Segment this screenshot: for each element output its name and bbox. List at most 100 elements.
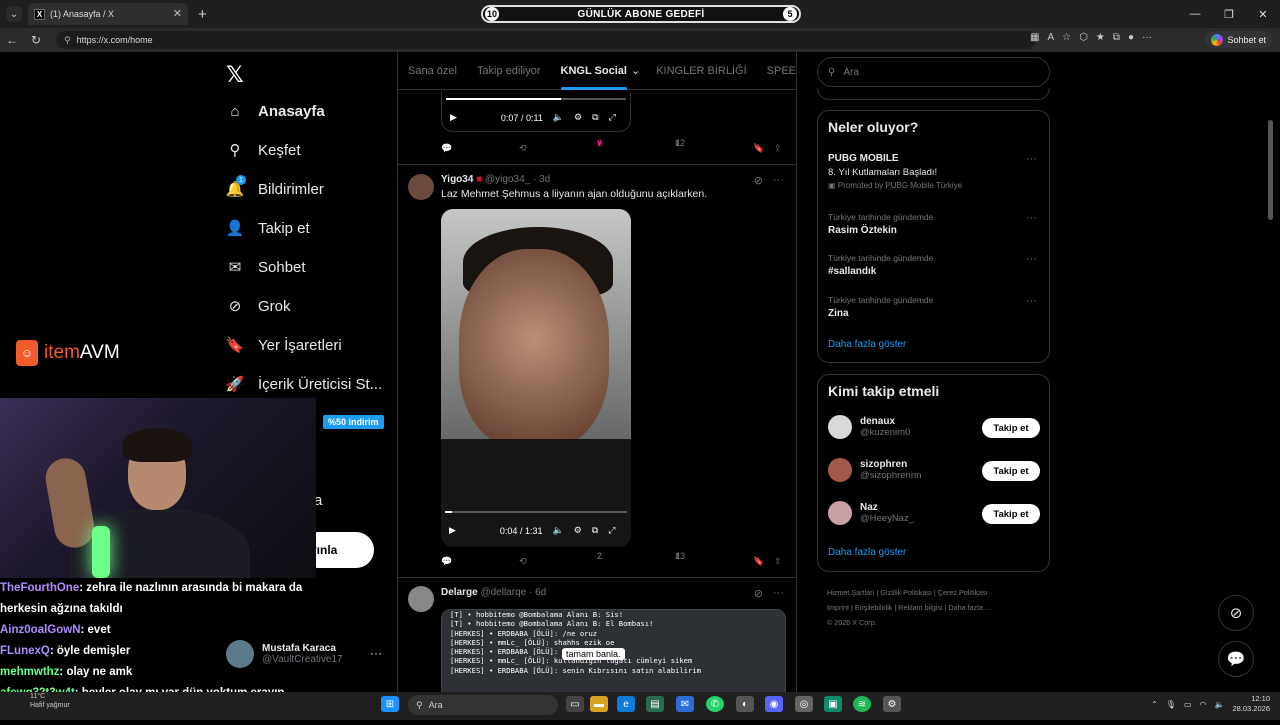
wifi-icon[interactable]: ◠ (1200, 700, 1207, 709)
task-view-icon[interactable]: ▭ (566, 696, 584, 712)
tab-0[interactable]: Sana özel (398, 52, 467, 90)
tab-2[interactable]: KNGL Social (551, 52, 637, 90)
more-icon[interactable]: ··· (1142, 32, 1152, 43)
follow-button[interactable]: Takip et (982, 461, 1040, 481)
show-more-trends-link[interactable]: Daha fazla göster (828, 339, 906, 350)
post3-media[interactable]: tamam banla. [T] • hobbitemo @Bombalama … (441, 609, 786, 692)
file-explorer-icon[interactable]: ▬ (590, 696, 608, 712)
follow-suggestion[interactable]: sizophren @sizophrennn Takip et (828, 458, 1040, 482)
follow-button[interactable]: Takip et (982, 504, 1040, 524)
show-more-suggestions-link[interactable]: Daha fazla göster (828, 547, 906, 558)
site-info-icon[interactable]: ⚲ (64, 35, 71, 46)
trend-more-icon[interactable]: ··· (1026, 212, 1037, 224)
account-more-icon[interactable]: ··· (370, 646, 382, 660)
apps-icon[interactable]: ▦ (1030, 32, 1039, 43)
app-icon[interactable]: ◎ (795, 696, 813, 712)
bookmark-icon[interactable]: 🔖 (753, 143, 764, 154)
trend-item[interactable]: Türkiye tarihinde gündemde Rasim Öztekin (828, 212, 933, 236)
reply-icon[interactable]: 💬 (441, 143, 452, 154)
collections-icon[interactable]: ⧉ (1113, 32, 1120, 43)
post-age[interactable]: 3d (539, 174, 550, 185)
browser-tab[interactable]: X (1) Anasayfa / X ✕ (28, 3, 188, 25)
restore-icon[interactable]: ❐ (1212, 0, 1246, 28)
volume-icon[interactable]: 🔈 (552, 525, 563, 536)
tab-actions-button[interactable]: ⌄ (6, 6, 22, 22)
follow-suggestion[interactable]: denaux @kuzenim0 Takip et (828, 415, 1040, 439)
spotify-icon[interactable]: ≋ (853, 696, 871, 712)
url-field[interactable]: ⚲ https://x.com/home (56, 31, 1036, 49)
post-age[interactable]: 6d (535, 587, 546, 598)
video-progress[interactable] (445, 511, 627, 513)
trend-item[interactable]: Türkiye tarihinde gündemde Zina (828, 295, 933, 319)
sidebar-item-add-user[interactable]: 👤 Takip et (226, 219, 310, 238)
profile-icon[interactable]: ● (1128, 32, 1134, 43)
app-icon[interactable]: ◐ (736, 696, 754, 712)
author-name[interactable]: Yigo34 (441, 174, 473, 185)
new-tab-button[interactable]: + (198, 6, 207, 23)
search-input[interactable]: ⚲ Ara (817, 57, 1050, 87)
footer-link[interactable]: Daha fazla ... (948, 603, 990, 612)
favorite-star-icon[interactable]: ☆ (1062, 32, 1071, 43)
x-logo-icon[interactable]: 𝕏 (226, 62, 244, 88)
sidebar-item-rocket[interactable]: 🚀 İçerik Üreticisi St... (226, 375, 383, 394)
post-more-icon[interactable]: ··· (773, 174, 784, 187)
sidebar-item-mail[interactable]: ✉ Sohbet (226, 258, 306, 277)
read-aloud-icon[interactable]: A (1047, 32, 1054, 43)
footer-link[interactable]: Gizlilik Politikası (880, 588, 932, 597)
store-icon[interactable]: ▤ (646, 696, 664, 712)
footer-link[interactable]: Çerez Politikası (938, 588, 988, 597)
sidebar-item-home[interactable]: ⌂ Anasayfa (226, 102, 324, 120)
pip-icon[interactable]: ⧉ (592, 525, 598, 536)
favorites-icon[interactable]: ★ (1096, 32, 1105, 43)
share-icon[interactable]: ⇪ (774, 143, 782, 154)
mail-icon[interactable]: ✉ (676, 696, 694, 712)
tab-1[interactable]: Takip ediliyor (467, 52, 551, 90)
reply-icon[interactable]: 💬 (441, 556, 452, 567)
fullscreen-icon[interactable]: ⤢ (608, 525, 615, 536)
sidebar-item-bookmark[interactable]: 🔖 Yer İşaretleri (226, 336, 342, 355)
messages-fab-icon[interactable]: 💬 (1218, 641, 1254, 677)
bookmark-icon[interactable]: 🔖 (753, 556, 764, 567)
discord-icon[interactable]: ◉ (765, 696, 783, 712)
grok-fab-icon[interactable]: ⊘ (1218, 595, 1254, 631)
avatar[interactable] (408, 586, 434, 612)
display-icon[interactable]: ▭ (1184, 700, 1192, 709)
footer-link[interactable]: Imprint (827, 603, 849, 612)
post1-video[interactable]: ▶ 0:07 / 0:11 🔈 ⚙ ⧉ ⤢ (441, 92, 631, 132)
mic-icon[interactable]: 🎙 (1166, 700, 1176, 709)
author-handle[interactable]: @dellarqe (480, 587, 526, 598)
follow-button[interactable]: Takip et (982, 418, 1040, 438)
pip-icon[interactable]: ⧉ (592, 112, 598, 123)
close-window-icon[interactable]: ✕ (1246, 0, 1280, 28)
extensions-icon[interactable]: ⬡ (1079, 32, 1088, 43)
footer-link[interactable]: Reklam bilgisi (898, 603, 942, 612)
trend-item[interactable]: PUBG MOBILE 8. Yıl Kutlamaları Başladı! … (828, 153, 962, 190)
close-tab-icon[interactable]: ✕ (173, 7, 182, 20)
follow-suggestion[interactable]: Naz @HeeyNaz_ Takip et (828, 501, 1040, 525)
footer-link[interactable]: Erişilebilirlik (855, 603, 893, 612)
edge-icon[interactable]: e (617, 696, 635, 712)
author-name[interactable]: Delarge (441, 587, 478, 598)
grok-icon[interactable]: ⊘ (754, 587, 763, 600)
trend-more-icon[interactable]: ··· (1026, 153, 1037, 165)
clock[interactable]: 12:10 28.03.2026 (1232, 694, 1270, 714)
back-icon[interactable]: ← (0, 33, 24, 47)
tab-3[interactable]: KINGLER BİRLİĞİ (646, 52, 756, 90)
reload-icon[interactable]: ↻ (24, 33, 48, 47)
sidebar-item-bell[interactable]: 🔔 1 Bildirimler (226, 175, 324, 198)
author-handle[interactable]: @yigo34_ (485, 174, 530, 185)
post2-video[interactable]: ▶ 0:04 / 1:31 🔈 ⚙ ⧉ ⤢ (441, 209, 631, 547)
video-progress[interactable] (446, 98, 626, 100)
tab-4[interactable]: SPEED G (757, 52, 796, 90)
volume-icon[interactable]: 🔈 (553, 112, 564, 123)
scrollbar[interactable] (1268, 120, 1273, 220)
trend-more-icon[interactable]: ··· (1026, 295, 1037, 307)
sidebar-item-search[interactable]: ⚲ Keşfet (226, 141, 301, 160)
whatsapp-icon[interactable]: ✆ (706, 696, 724, 712)
grok-icon[interactable]: ⊘ (754, 174, 763, 187)
post-more-icon[interactable]: ··· (773, 587, 784, 600)
play-icon[interactable]: ▶ (449, 525, 456, 536)
start-icon[interactable]: ⊞ (381, 696, 399, 712)
share-icon[interactable]: ⇪ (774, 556, 782, 567)
avatar[interactable] (408, 174, 434, 200)
